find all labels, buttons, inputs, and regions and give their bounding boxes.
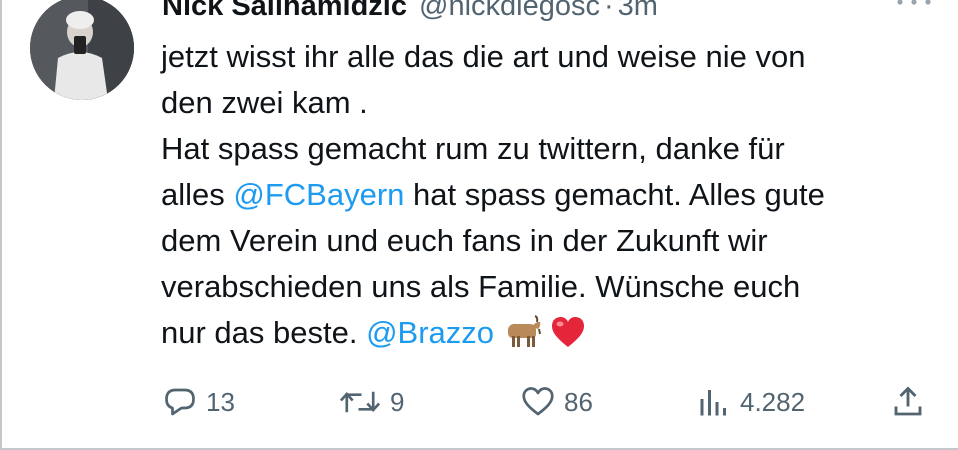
tweet-text-line: nur das beste. @Brazzo [161, 310, 941, 356]
text-span: verabschieden uns als Familie. Wünsche e… [161, 269, 801, 304]
text-span: alles [161, 177, 234, 212]
tweet-text-line: dem Verein und euch fans in der Zukunft … [161, 218, 941, 264]
text-span: den zwei kam . [161, 85, 368, 120]
text-span: dem Verein und euch fans in der Zukunft … [161, 223, 768, 258]
tweet-text-line: jetzt wisst ihr alle das die art und wei… [161, 34, 941, 80]
retweet-count: 9 [390, 386, 405, 417]
mention-brazzo[interactable]: @Brazzo [366, 315, 494, 350]
red-heart-emoji [550, 315, 586, 362]
text-span: hat spass gemacht. Alles gute [404, 177, 825, 212]
share-icon [894, 386, 922, 416]
author-handle[interactable]: @nickdiegosc [419, 0, 600, 26]
text-span: Hat spass gemacht rum zu twittern, danke… [161, 131, 785, 166]
avatar[interactable] [30, 0, 134, 100]
views-count: 4.282 [740, 386, 806, 417]
tweet-actions: 13 9 86 4.282 [2, 378, 958, 426]
avatar-photo [30, 0, 134, 100]
reply-count: 13 [206, 386, 235, 417]
tweet-text: jetzt wisst ihr alle das die art und wei… [161, 34, 941, 356]
views-icon [700, 390, 726, 416]
separator-dot: · [603, 0, 614, 22]
text-span: nur das beste. [161, 315, 367, 350]
retweet-button[interactable]: 9 [338, 378, 404, 426]
retweet-icon [339, 391, 381, 413]
timestamp[interactable]: 3m [618, 0, 658, 26]
tweet-card[interactable]: Nick Salihamidzic @nickdiegosc · 3m jetz… [0, 0, 958, 450]
mention-fcbayern[interactable]: @FCBayern [233, 177, 404, 212]
views-button[interactable]: 4.282 [696, 378, 805, 426]
heart-icon [522, 387, 554, 416]
tweet-text-line: verabschieden uns als Familie. Wünsche e… [161, 264, 941, 310]
author-name[interactable]: Nick Salihamidzic [162, 0, 407, 26]
tweet-text-line: den zwei kam . [161, 80, 941, 126]
tweet-text-line: Hat spass gemacht rum zu twittern, danke… [161, 126, 941, 172]
like-button[interactable]: 86 [520, 378, 593, 426]
share-button[interactable] [890, 378, 926, 426]
reply-button[interactable]: 13 [162, 378, 235, 426]
goat-emoji [502, 315, 542, 362]
reply-icon [165, 388, 195, 416]
tweet-text-line: alles @FCBayern hat spass gemacht. Alles… [161, 172, 941, 218]
more-options-icon[interactable] [894, 0, 934, 12]
like-count: 86 [564, 386, 593, 417]
text-span: jetzt wisst ihr alle das die art und wei… [161, 39, 806, 74]
tweet-header: Nick Salihamidzic @nickdiegosc · 3m [162, 0, 658, 26]
